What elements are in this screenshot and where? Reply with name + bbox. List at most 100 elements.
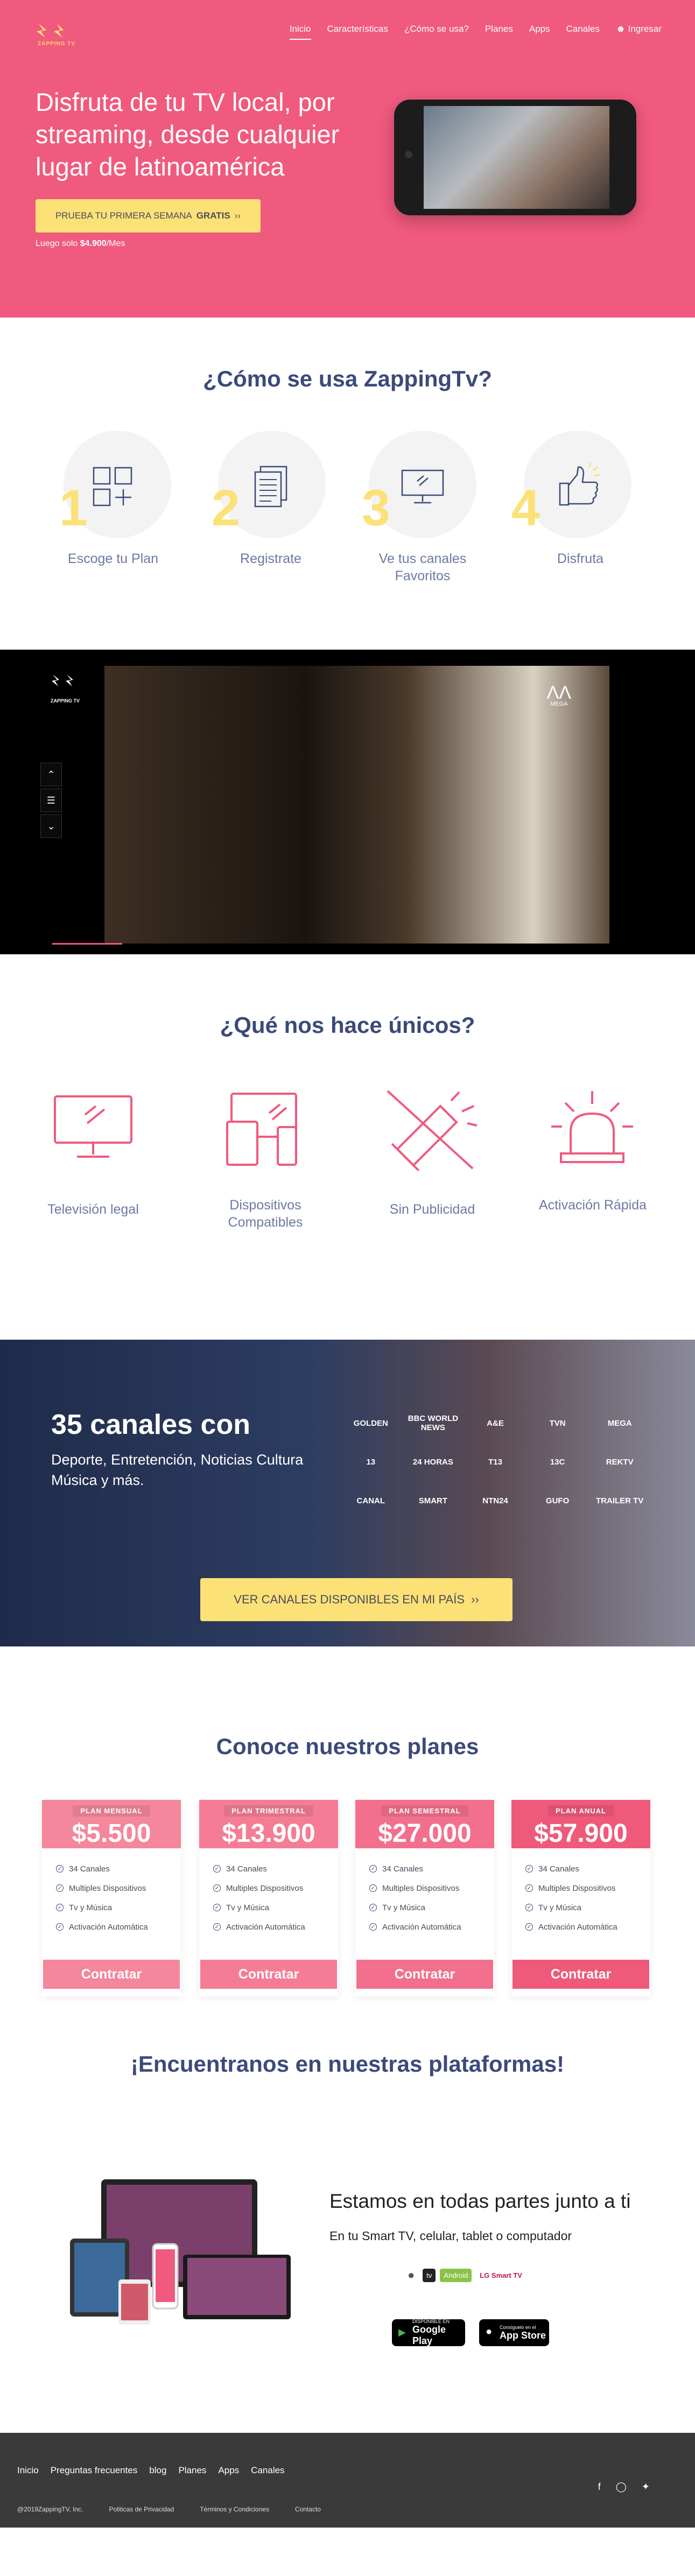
platforms-heading: Estamos en todas partes junto a ti <box>329 2190 631 2212</box>
list-item: ✓ Multiples Dispositivos <box>56 1878 181 1898</box>
contract-button[interactable]: Contratar <box>43 1960 180 1989</box>
free-trial-button[interactable]: PRUEBA TU PRIMERA SEMANA GRATIS ›› <box>36 199 261 233</box>
feature-label: Tv y Música <box>226 1903 270 1912</box>
privacy-link[interactable]: Politicas de Privacidad <box>109 2505 174 2513</box>
price-prefix: Luego solo <box>36 239 78 248</box>
feature-label: Activación Automática <box>69 1922 148 1932</box>
contract-button[interactable]: Contratar <box>200 1960 337 1989</box>
platform-logos: ● tv Android LG Smart TV <box>404 2265 526 2285</box>
terms-link[interactable]: Términos y Condiciones <box>200 2505 269 2513</box>
channels-description: Deporte, Entretención, Noticias Cultura … <box>51 1452 304 1488</box>
nav-item-caracteristicas[interactable]: Características <box>327 24 388 40</box>
footer-link-canales[interactable]: Canales <box>251 2465 284 2476</box>
feature-label: 34 Canales <box>226 1864 267 1874</box>
video-section: ZAPPING TV ΛΛ MEGA ⌃ ☰ ⌄ <box>0 650 695 954</box>
check-icon: ✓ <box>56 1923 64 1931</box>
plan-features: ✓ 34 Canales ✓ Multiples Dispositivos ✓ Tv … <box>199 1848 338 1937</box>
google-small-label: DISPONIBLE EN <box>412 2319 450 2324</box>
plan-header: PLAN SEMESTRAL $27.000 <box>355 1800 494 1848</box>
cta-bold: GRATIS <box>196 210 230 221</box>
step-4-label: Disfruta <box>557 551 604 566</box>
footer-links: Inicio Preguntas frecuentes blog Planes … <box>17 2465 285 2476</box>
footer: Inicio Preguntas frecuentes blog Planes … <box>0 2433 695 2528</box>
facebook-icon[interactable]: f <box>598 2481 601 2493</box>
feature-label: Multiples Dispositivos <box>538 1883 616 1893</box>
channel-logo: GOLDEN <box>353 1418 388 1428</box>
apple-icon: ● <box>486 2326 493 2338</box>
step-1-label: Escoge tu Plan <box>67 551 159 566</box>
channel-logo: BBC WORLD NEWS <box>408 1414 459 1432</box>
nav-item-canales[interactable]: Canales <box>566 24 600 40</box>
phone-screen-video <box>424 106 609 209</box>
login-link[interactable]: ☻ Ingresar <box>616 24 662 40</box>
list-item: ✓ Tv y Música <box>213 1898 338 1917</box>
footer-link-blog[interactable]: blog <box>149 2465 166 2476</box>
apple-icon: ● <box>408 2268 415 2282</box>
video-progress-bar[interactable] <box>52 943 122 945</box>
check-icon: ✓ <box>369 1923 377 1931</box>
channel-logo: TVN <box>549 1418 566 1428</box>
step-2-number: 2 <box>212 480 240 537</box>
list-item: ✓ Multiples Dispositivos <box>525 1878 650 1898</box>
feature-no-ads: Sin Publicidad <box>389 1202 475 1217</box>
twitter-icon[interactable]: ✦ <box>642 2481 650 2493</box>
top-navigation: ZAPPING TV Inicio Características ¿Cómo … <box>0 19 695 47</box>
footer-link-faq[interactable]: Preguntas frecuentes <box>51 2465 138 2476</box>
login-label: Ingresar <box>628 24 662 34</box>
feature-label: Multiples Dispositivos <box>226 1883 304 1893</box>
check-icon: ✓ <box>56 1904 64 1911</box>
channel-logo: 24 HORAS <box>412 1457 453 1467</box>
channel-logo: 13 <box>366 1457 376 1467</box>
check-icon: ✓ <box>525 1884 533 1892</box>
feature-label: Activación Automática <box>538 1922 617 1932</box>
check-icon: ✓ <box>213 1904 221 1911</box>
contract-button[interactable]: Contratar <box>513 1960 649 1989</box>
channel-logo: SMART <box>418 1496 448 1505</box>
google-play-button[interactable]: ▶ DISPONIBLE EN Google Play <box>392 2319 465 2346</box>
devices-illustration <box>70 2179 291 2325</box>
check-icon: ✓ <box>369 1865 377 1873</box>
channels-title: 35 canales con <box>51 1409 250 1440</box>
contract-button[interactable]: Contratar <box>356 1960 493 1989</box>
hero-price: Luego solo $4.900/Mes <box>36 239 125 249</box>
channel-up-button[interactable]: ⌃ <box>40 763 62 786</box>
contact-link[interactable]: Contacto <box>295 2505 321 2513</box>
google-label: Google Play <box>412 2324 446 2346</box>
plan-card-annual: PLAN ANUAL $57.900 ✓ 34 Canales ✓ Multiple… <box>511 1800 650 1996</box>
list-item: ✓ 34 Canales <box>56 1859 181 1878</box>
price-value: $4.900 <box>80 239 107 248</box>
check-icon: ✓ <box>525 1923 533 1931</box>
thumbs-up-icon <box>559 462 600 506</box>
app-store-button[interactable]: ● Consíguelo en el App Store <box>479 2319 549 2346</box>
plan-card-monthly: PLAN MENSUAL $5.500 ✓ 34 Canales ✓ Multipl… <box>42 1800 181 1996</box>
hero-headline: Disfruta de tu TV local, por streaming, … <box>36 88 340 181</box>
channel-logo: GUFO <box>545 1496 570 1505</box>
nav-item-planes[interactable]: Planes <box>485 24 513 40</box>
how-title: ¿Cómo se usa ZappingTv? <box>203 366 492 391</box>
apple-tv-icon: tv <box>423 2268 436 2282</box>
footer-link-inicio[interactable]: Inicio <box>17 2465 39 2476</box>
lg-smart-tv-icon: LG Smart TV <box>480 2271 522 2279</box>
view-channels-button[interactable]: VER CANALES DISPONIBLES EN MI PAÍS ›› <box>200 1578 513 1621</box>
step-3-label: Ve tus canales Favoritos <box>378 551 467 583</box>
feature-label: Activación Automática <box>226 1922 305 1932</box>
channel-down-button[interactable]: ⌄ <box>40 814 62 838</box>
copyright: @2019ZappingTV, Inc. <box>17 2505 83 2513</box>
nav-item-como-se-usa[interactable]: ¿Cómo se usa? <box>404 24 469 40</box>
apple-small-label: Consíguelo en el <box>500 2324 536 2330</box>
channel-logo: ΛΛ MEGA <box>547 684 571 707</box>
features-title: ¿Qué nos hace únicos? <box>220 1012 475 1038</box>
nav-item-inicio[interactable]: Inicio <box>289 24 311 40</box>
nav-item-apps[interactable]: Apps <box>529 24 550 40</box>
check-icon: ✓ <box>369 1904 377 1911</box>
instagram-icon[interactable]: ◯ <box>616 2481 627 2493</box>
footer-link-apps[interactable]: Apps <box>218 2465 239 2476</box>
list-item: ✓ Activación Automática <box>213 1917 338 1937</box>
video-player[interactable] <box>104 666 609 944</box>
footer-link-planes[interactable]: Planes <box>178 2465 206 2476</box>
channel-logo: REKTV <box>606 1457 634 1467</box>
plan-features: ✓ 34 Canales ✓ Multiples Dispositivos ✓ Tv … <box>511 1848 650 1937</box>
check-icon: ✓ <box>369 1884 377 1892</box>
channel-list-button[interactable]: ☰ <box>40 789 62 812</box>
plan-card-quarterly: PLAN TRIMESTRAL $13.900 ✓ 34 Canales ✓ Mul… <box>199 1800 338 1996</box>
